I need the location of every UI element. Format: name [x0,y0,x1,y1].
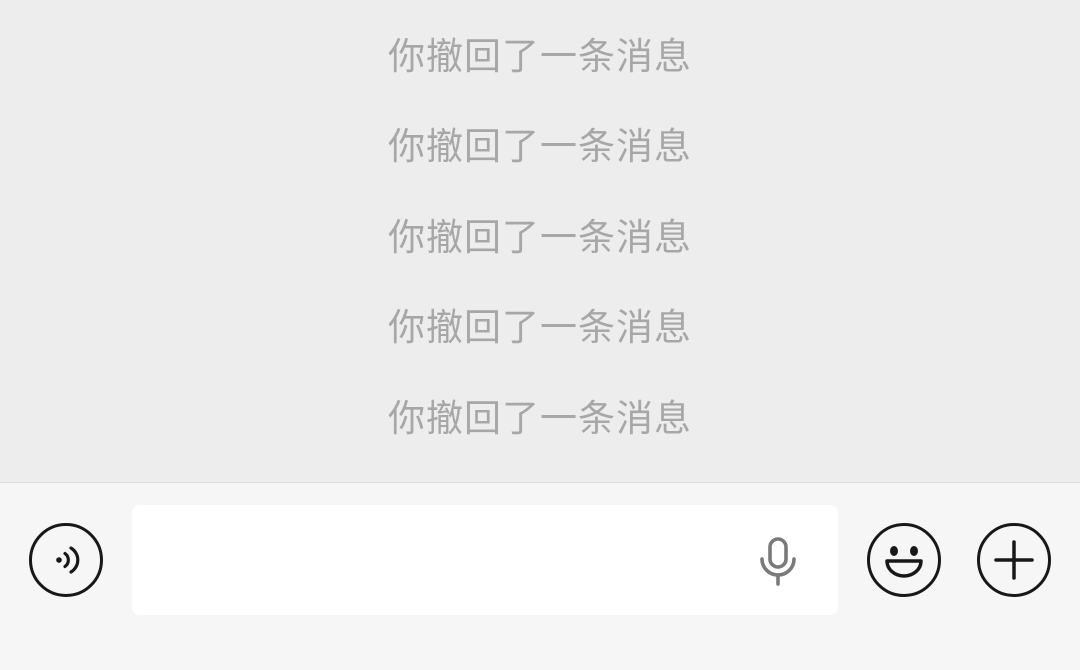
recall-notice: 你撤回了一条消息 [388,306,692,349]
recall-notice: 你撤回了一条消息 [388,35,692,78]
emoji-icon [885,546,923,578]
plus-icon [994,540,1034,580]
input-bar [0,482,1080,670]
message-input[interactable] [132,505,838,615]
recall-notice: 你撤回了一条消息 [388,125,692,168]
recall-notice: 你撤回了一条消息 [388,397,692,440]
voice-mode-icon [56,546,80,574]
microphone-icon[interactable] [756,537,800,587]
chat-area: 你撤回了一条消息 你撤回了一条消息 你撤回了一条消息 你撤回了一条消息 你撤回了… [0,0,1080,482]
more-actions-button[interactable] [977,523,1051,597]
voice-mode-button[interactable] [29,523,103,597]
recall-notice: 你撤回了一条消息 [388,216,692,259]
emoji-button[interactable] [867,523,941,597]
